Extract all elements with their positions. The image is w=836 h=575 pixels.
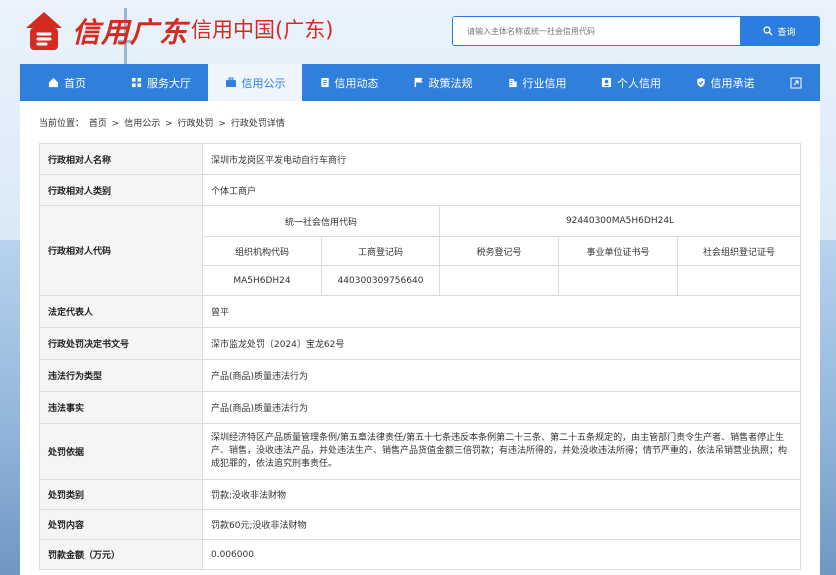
table-row: 行政处罚决定书文号 深市监龙处罚〔2024〕宝龙62号 [39, 327, 802, 360]
org-code-value: MA5H6DH24 [202, 265, 322, 296]
field-label: 罚款金额（万元） [39, 539, 203, 570]
penalty-type-value: 罚款;没收非法财物 [201, 479, 802, 510]
person-card-icon [601, 77, 612, 88]
penalty-detail-table: 行政相对人名称 深圳市龙岗区平发电动自行车商行 行政相对人类别 个体工商户 行政… [39, 143, 802, 570]
decision-doc-value: 深市监龙处罚〔2024〕宝龙62号 [201, 327, 802, 360]
expand-icon [790, 77, 802, 88]
nav-item-label: 信用动态 [334, 76, 379, 90]
violation-fact-value: 产品(商品)质量违法行为 [201, 391, 802, 424]
nav-item-credit-news[interactable]: 信用动态 [302, 64, 396, 101]
tax-reg-value [439, 265, 559, 296]
nav-item-label: 服务大厅 [147, 76, 191, 90]
nav-item-label: 政策法规 [428, 76, 473, 90]
fine-amount-value: 0.006000 [201, 539, 802, 570]
table-row: 行政相对人名称 深圳市龙岗区平发电动自行车商行 [39, 143, 802, 175]
legal-rep-value: 曾平 [201, 295, 802, 328]
background-city-left [0, 240, 22, 575]
party-type-value: 个体工商户 [201, 174, 802, 206]
search-icon [763, 26, 773, 36]
field-label: 处罚依据 [39, 423, 203, 480]
breadcrumb-link-publicity[interactable]: 信用公示 [124, 119, 160, 129]
search-button-label: 查询 [777, 27, 796, 38]
credit-guangdong-logo[interactable] [20, 6, 68, 54]
breadcrumb-separator: > [218, 119, 226, 129]
search-box: 查询 [452, 16, 820, 46]
table-row: 行政相对人类别 个体工商户 [39, 174, 802, 206]
nav-item-service-hall[interactable]: 服务大厅 [114, 64, 208, 101]
biz-reg-value: 440300309756640 [321, 265, 440, 296]
breadcrumb-separator: > [111, 119, 120, 129]
table-row: 法定代表人 曾平 [39, 295, 802, 328]
table-row: 处罚内容 罚款60元;没收非法财物 [39, 509, 802, 540]
breadcrumb-separator: > [165, 119, 173, 129]
nav-item-label: 行业信用 [522, 76, 567, 90]
main-nav: 首页 服务大厅 信用公示 信用动态 政策法规 行业信用 个人信用 信用承诺 [20, 64, 820, 101]
document-icon [320, 77, 329, 88]
uscc-label: 统一社会信用代码 [202, 205, 440, 237]
table-row: 罚款金额（万元） 0.006000 [39, 539, 802, 570]
field-label: 处罚内容 [39, 509, 203, 540]
nav-item-label: 首页 [64, 76, 86, 90]
nav-item-label: 信用承诺 [710, 76, 755, 90]
breadcrumb-link-home[interactable]: 首页 [89, 119, 107, 129]
field-label: 违法事实 [39, 391, 203, 424]
penalty-basis-value: 深圳经济特区产品质量管理条例/第五章法律责任/第五十七条违反本条例第二十三条、第… [201, 423, 802, 480]
inst-cert-label: 事业单位证书号 [558, 236, 678, 266]
biz-reg-label: 工商登记码 [321, 236, 440, 266]
inst-cert-value [558, 265, 678, 296]
tax-reg-label: 税务登记号 [439, 236, 559, 266]
grid-icon [131, 77, 142, 88]
flag-icon [414, 77, 423, 88]
table-row: 处罚依据 深圳经济特区产品质量管理条例/第五章法律责任/第五十七条违反本条例第二… [39, 423, 802, 480]
nav-item-industry-credit[interactable]: 行业信用 [490, 64, 584, 101]
site-title: 信用中国(广东) [191, 18, 334, 42]
briefcase-icon [225, 77, 236, 87]
search-button[interactable]: 查询 [740, 17, 819, 45]
site-header: 信用广东 信用中国(广东) 查询 [0, 0, 836, 62]
breadcrumb-prefix: 当前位置： [39, 119, 85, 129]
field-label: 处罚类别 [39, 479, 203, 510]
field-label: 行政相对人代码 [39, 205, 203, 296]
home-icon [48, 77, 59, 88]
violation-type-value: 产品(商品)质量违法行为 [201, 359, 802, 392]
uscc-value: 92440300MA5H6DH24L [438, 205, 802, 237]
nav-item-label: 个人信用 [617, 76, 661, 90]
nav-item-label: 信用公示 [241, 76, 286, 90]
nav-item-credit-publicity[interactable]: 信用公示 [208, 64, 302, 101]
party-name-value: 深圳市龙岗区平发电动自行车商行 [201, 143, 802, 175]
field-label: 法定代表人 [39, 295, 203, 328]
detail-panel: 当前位置： 首页 > 信用公示 > 行政处罚 > 行政处罚详情 行政相对人名称 … [20, 101, 820, 575]
field-label: 行政相对人类别 [39, 174, 203, 206]
field-label: 违法行为类型 [39, 359, 203, 392]
table-row: 行政相对人代码 统一社会信用代码 92440300MA5H6DH24L [39, 205, 802, 296]
search-input[interactable] [453, 17, 741, 45]
breadcrumb-link-penalty[interactable]: 行政处罚 [178, 119, 214, 129]
nav-item-personal-credit[interactable]: 个人信用 [584, 64, 678, 101]
nav-expand-button[interactable] [772, 64, 820, 101]
table-row: 违法事实 产品(商品)质量违法行为 [39, 391, 802, 424]
social-org-label: 社会组织登记证号 [676, 236, 802, 266]
table-row: 处罚类别 罚款;没收非法财物 [39, 479, 802, 510]
shield-check-icon [696, 77, 705, 88]
nav-item-policy[interactable]: 政策法规 [396, 64, 490, 101]
nav-item-home[interactable]: 首页 [20, 64, 114, 101]
breadcrumb: 当前位置： 首页 > 信用公示 > 行政处罚 > 行政处罚详情 [39, 116, 287, 129]
penalty-content-value: 罚款60元;没收非法财物 [201, 509, 802, 540]
nav-item-credit-commitment[interactable]: 信用承诺 [678, 64, 772, 101]
field-label: 行政处罚决定书文号 [39, 327, 203, 360]
logo-text: 信用广东 [72, 16, 189, 49]
social-org-value [676, 265, 802, 296]
field-label: 行政相对人名称 [39, 143, 203, 175]
building-icon [508, 78, 517, 88]
table-row: 违法行为类型 产品(商品)质量违法行为 [39, 359, 802, 392]
breadcrumb-current: 行政处罚详情 [230, 119, 285, 129]
org-code-label: 组织机构代码 [202, 236, 322, 266]
